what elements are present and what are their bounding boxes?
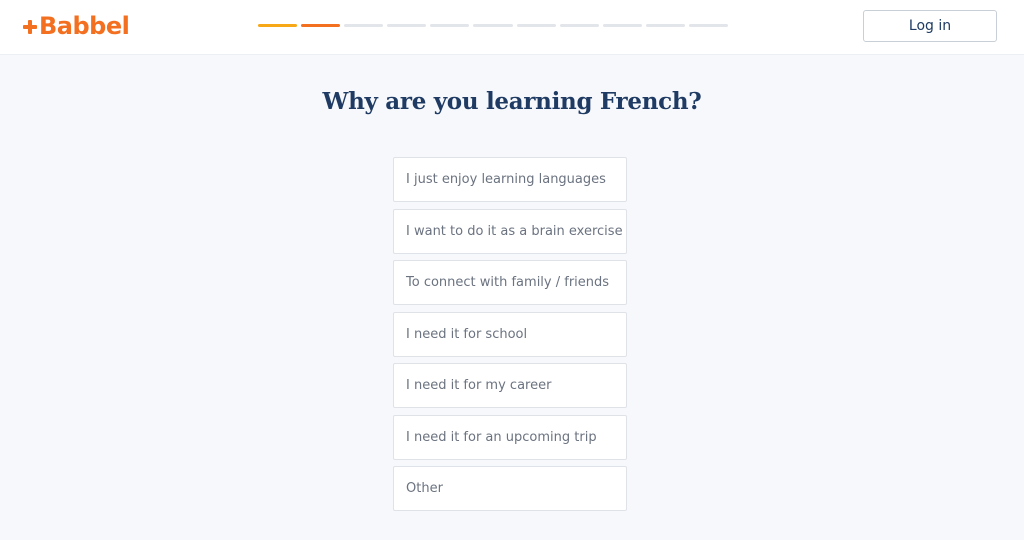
option-brain-exercise[interactable]: I want to do it as a brain exercise [393,208,627,254]
plus-icon [23,20,37,34]
option-enjoy-languages[interactable]: I just enjoy learning languages [393,157,627,202]
option-career[interactable]: I need it for my career [393,363,627,408]
progress-segment [301,24,341,27]
answer-options: I just enjoy learning languages I want t… [393,157,627,518]
progress-segment [688,24,729,27]
progress-segment [430,24,470,27]
option-other[interactable]: Other [393,466,627,511]
babbel-logo[interactable]: Babbel [22,10,130,42]
option-family-friends[interactable]: To connect with family / friends [393,260,627,305]
progress-segment [473,24,513,27]
progress-segment [516,24,556,27]
progress-segment [602,24,642,27]
page-title: Why are you learning French? [322,88,702,115]
progress-segment [344,24,384,27]
top-header: Babbel Log in [0,0,1024,55]
option-upcoming-trip[interactable]: I need it for an upcoming trip [393,414,627,460]
progress-segment [387,24,427,27]
progress-segment [258,24,298,27]
progress-segment [645,24,685,27]
option-school[interactable]: I need it for school [393,311,627,357]
login-button[interactable]: Log in [863,10,997,42]
progress-bar [258,24,729,28]
progress-segment [559,24,599,27]
logo-text: Babbel [39,12,130,40]
